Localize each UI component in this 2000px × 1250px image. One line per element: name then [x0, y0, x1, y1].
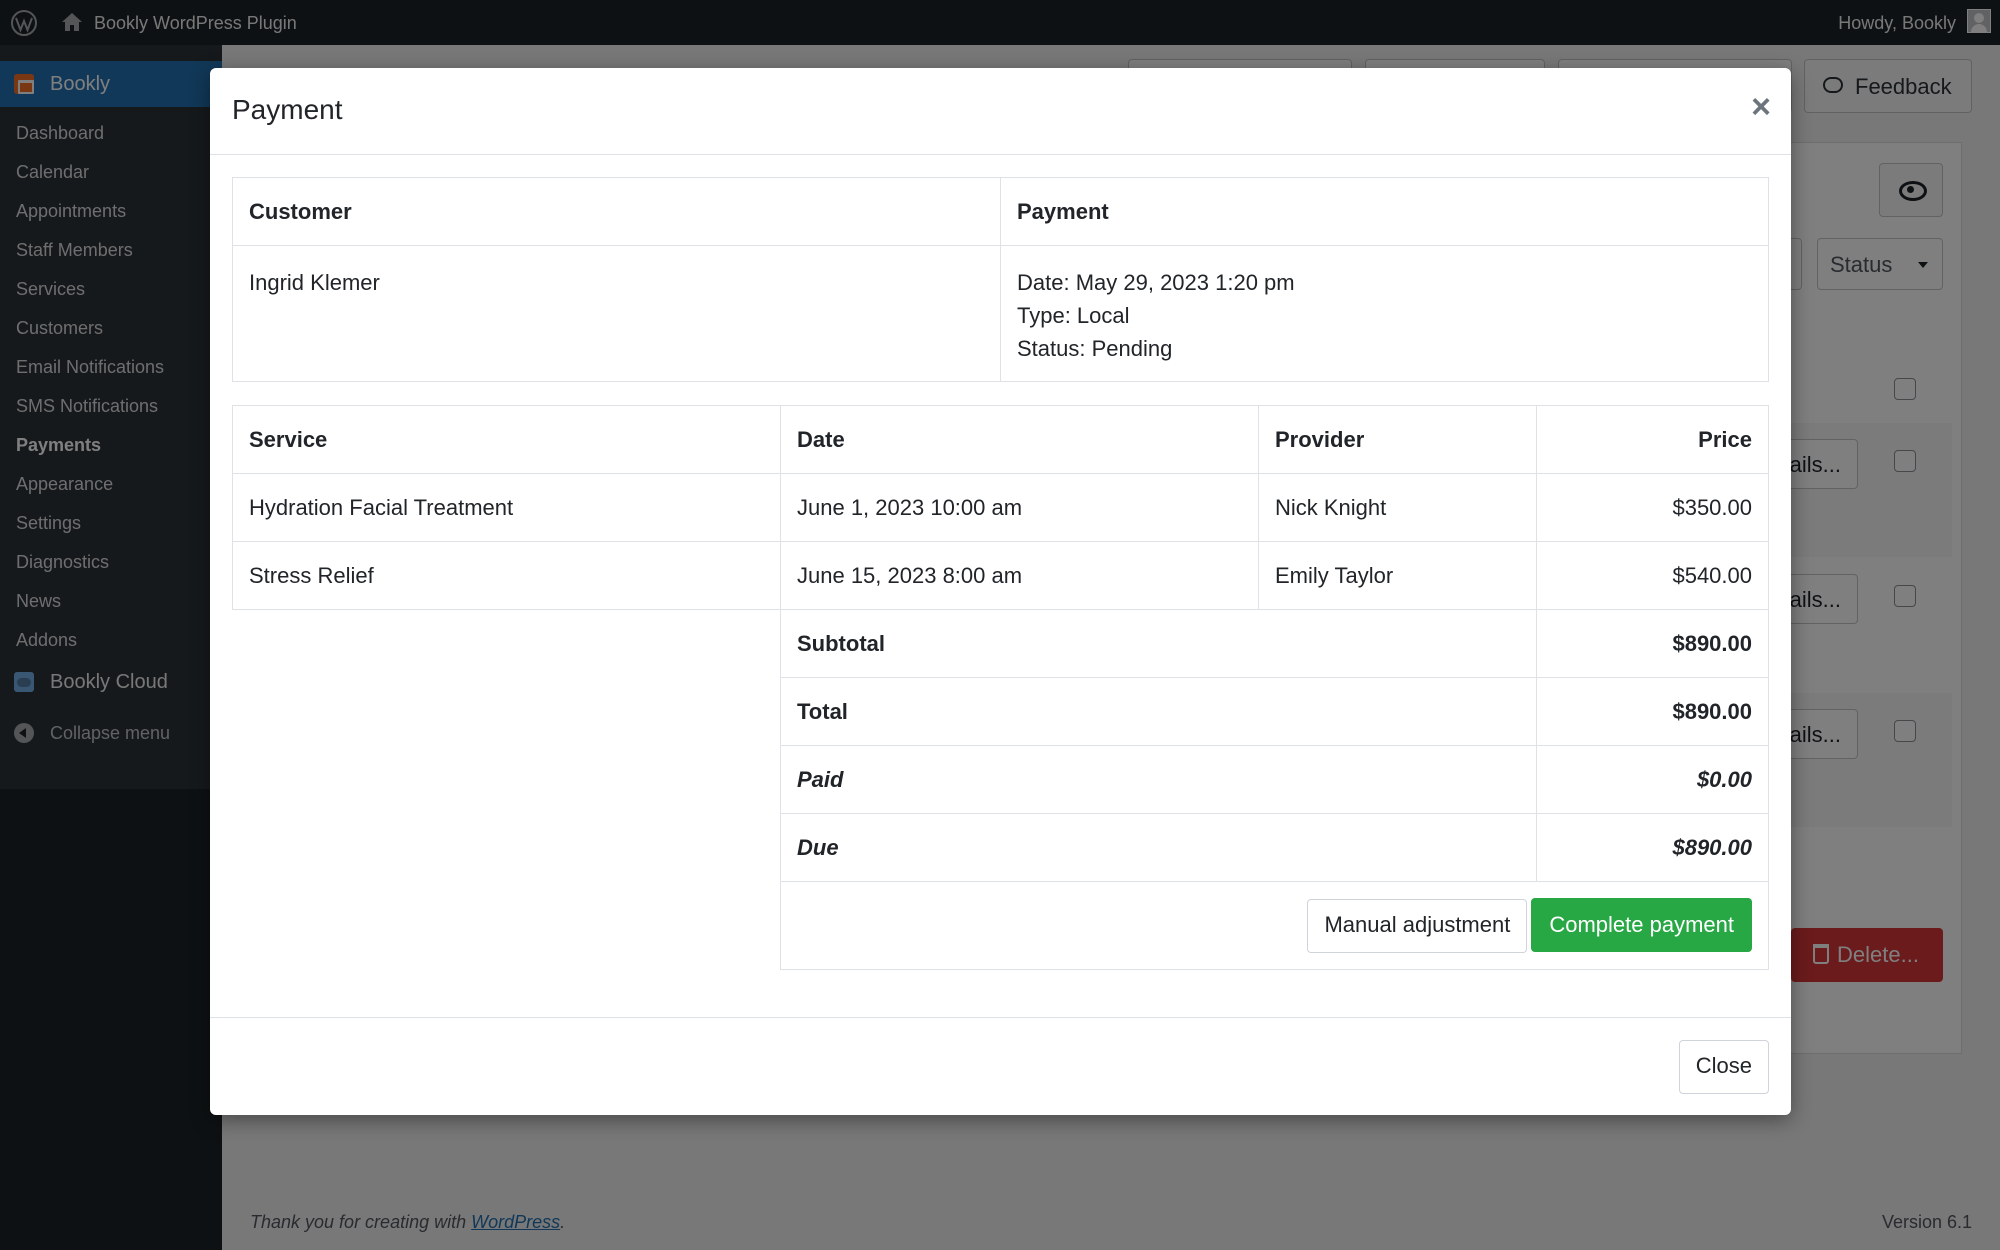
subtotal-label: Subtotal [780, 609, 1537, 678]
modal-title: Payment [232, 94, 343, 125]
modal-footer: Close [210, 1017, 1791, 1115]
payment-type: Type: Local [1017, 303, 1130, 328]
due-row: Due $890.00 [233, 813, 1769, 882]
customer-payment-table: Customer Payment Ingrid Klemer Date: May… [232, 177, 1769, 382]
service-column-header: Service [232, 405, 781, 474]
manual-adjustment-button[interactable]: Manual adjustment [1307, 899, 1528, 953]
payment-date: Date: May 29, 2023 1:20 pm [1017, 270, 1295, 295]
payment-column-header: Payment [1000, 177, 1769, 246]
customer-column-header: Customer [232, 177, 1001, 246]
total-value: $890.00 [1536, 677, 1769, 746]
subtotal-row: Subtotal $890.00 [232, 609, 1769, 678]
provider-cell: Emily Taylor [1258, 541, 1537, 610]
due-label: Due [780, 813, 1537, 882]
date-column-header: Date [780, 405, 1259, 474]
payment-items-table: Service Date Provider Price Hydration Fa… [232, 405, 1769, 970]
service-cell: Hydration Facial Treatment [232, 473, 781, 542]
close-button[interactable]: Close [1678, 1040, 1769, 1094]
modal-header: Payment × [210, 68, 1791, 155]
price-cell: $540.00 [1536, 541, 1769, 610]
payment-modal: Payment × Customer Payment Ingrid Klemer… [210, 68, 1791, 1115]
complete-payment-button[interactable]: Complete payment [1531, 898, 1752, 952]
date-cell: June 1, 2023 10:00 am [780, 473, 1259, 542]
customer-name: Ingrid Klemer [232, 245, 1001, 382]
table-header-row: Service Date Provider Price [232, 405, 1769, 474]
payment-actions: Manual adjustment Complete payment [780, 881, 1769, 970]
table-row: Stress Relief June 15, 2023 8:00 am Emil… [232, 541, 1769, 610]
total-row: Total $890.00 [233, 677, 1769, 746]
payment-details: Date: May 29, 2023 1:20 pm Type: Local S… [1000, 245, 1769, 382]
due-value: $890.00 [1536, 813, 1769, 882]
total-label: Total [780, 677, 1537, 746]
payment-actions-row: Manual adjustment Complete payment [233, 881, 1769, 970]
paid-value: $0.00 [1536, 745, 1769, 814]
table-row: Hydration Facial Treatment June 1, 2023 … [232, 473, 1769, 542]
provider-column-header: Provider [1258, 405, 1537, 474]
provider-cell: Nick Knight [1258, 473, 1537, 542]
price-column-header: Price [1536, 405, 1769, 474]
close-icon[interactable]: × [1751, 90, 1771, 124]
price-cell: $350.00 [1536, 473, 1769, 542]
paid-label: Paid [780, 745, 1537, 814]
payment-status: Status: Pending [1017, 336, 1173, 361]
paid-row: Paid $0.00 [233, 745, 1769, 814]
date-cell: June 15, 2023 8:00 am [780, 541, 1259, 610]
service-cell: Stress Relief [232, 541, 781, 610]
subtotal-value: $890.00 [1536, 609, 1769, 678]
